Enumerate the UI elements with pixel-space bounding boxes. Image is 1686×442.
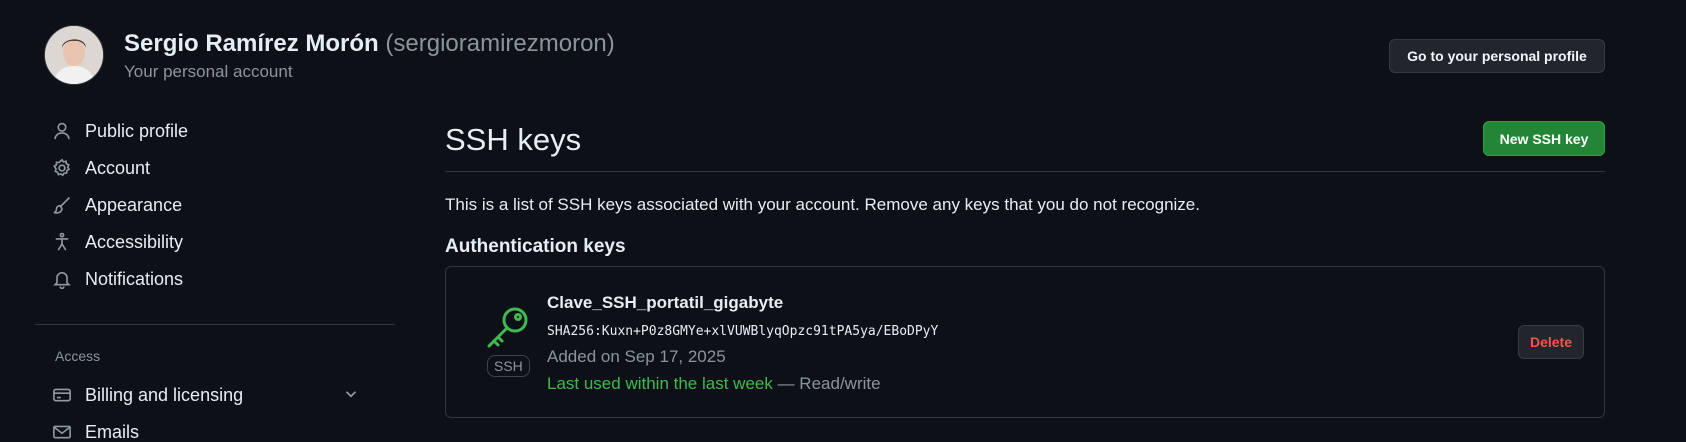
- ssh-key-item: SSH Clave_SSH_portatil_gigabyte SHA256:K…: [445, 266, 1605, 418]
- sidebar-item-accessibility[interactable]: Accessibility: [52, 226, 392, 258]
- key-usage: Last used within the last week — Read/wr…: [547, 374, 881, 394]
- accessibility-icon: [52, 232, 72, 252]
- key-fingerprint: SHA256:Kuxn+P0z8GMYe+xlVUWBlyqOpzc91tPA5…: [547, 324, 939, 339]
- sidebar-item-label: Notifications: [85, 268, 184, 289]
- account-subtitle: Your personal account: [124, 62, 293, 81]
- page-title: SSH keys: [445, 122, 582, 157]
- delete-key-button[interactable]: Delete: [1518, 325, 1584, 359]
- sidebar-divider: [35, 324, 395, 325]
- account-name: Sergio Ramírez Morón (sergioramirezmoron…: [124, 30, 615, 58]
- sidebar-item-label: Accessibility: [85, 231, 184, 252]
- settings-page: Sergio Ramírez Morón (sergioramirezmoron…: [0, 0, 1686, 442]
- key-added-date: Added on Sep 17, 2025: [547, 347, 726, 366]
- title-divider: [445, 171, 1605, 172]
- sidebar-item-label: Emails: [85, 421, 140, 442]
- sidebar-item-label: Billing and licensing: [85, 384, 244, 405]
- avatar[interactable]: [44, 25, 104, 85]
- sidebar-item-appearance[interactable]: Appearance: [52, 189, 392, 221]
- avatar-image: [45, 26, 103, 84]
- paintbrush-icon: [52, 195, 72, 215]
- key-access-level: — Read/write: [772, 374, 881, 393]
- login-name: (sergioramirezmoron): [385, 30, 615, 57]
- sidebar-item-notifications[interactable]: Notifications: [52, 263, 392, 295]
- sidebar-item-emails[interactable]: Emails: [52, 416, 392, 442]
- sidebar-item-label: Appearance: [85, 194, 183, 215]
- key-title: Clave_SSH_portatil_gigabyte: [547, 293, 784, 312]
- go-to-profile-button[interactable]: Go to your personal profile: [1389, 39, 1605, 73]
- credit-card-icon: [52, 385, 72, 405]
- sidebar-item-billing[interactable]: Billing and licensing: [52, 379, 374, 411]
- sidebar-heading-access: Access: [55, 348, 101, 364]
- key-icon: [487, 307, 528, 348]
- section-heading-authentication-keys: Authentication keys: [445, 236, 626, 257]
- key-last-used: Last used within the last week: [547, 374, 773, 393]
- sidebar-item-label: Public profile: [85, 120, 189, 141]
- page-description: This is a list of SSH keys associated wi…: [445, 195, 1200, 214]
- person-icon: [52, 121, 72, 141]
- mail-icon: [52, 422, 72, 442]
- ssh-badge: SSH: [487, 355, 530, 377]
- bell-icon: [52, 269, 72, 289]
- sidebar-item-public-profile[interactable]: Public profile: [52, 115, 392, 147]
- sidebar-item-account[interactable]: Account: [52, 152, 392, 184]
- display-name: Sergio Ramírez Morón: [124, 30, 379, 57]
- chevron-down-icon[interactable]: [342, 385, 360, 403]
- new-ssh-key-button[interactable]: New SSH key: [1483, 121, 1605, 156]
- sidebar-item-label: Account: [85, 157, 151, 178]
- gear-icon: [52, 158, 72, 178]
